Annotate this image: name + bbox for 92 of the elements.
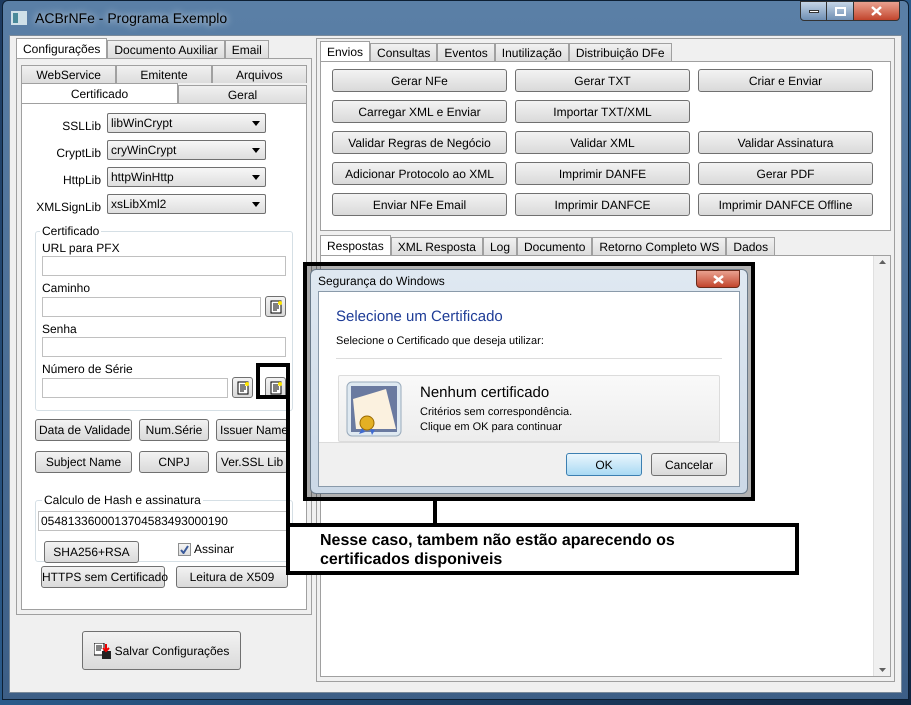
action-button[interactable]: Ver.SSL Lib	[216, 451, 288, 473]
action-button[interactable]: Validar Assinatura	[698, 131, 873, 154]
highlight-frame	[256, 363, 290, 399]
dropdown[interactable]: libWinCrypt	[107, 113, 266, 133]
tab[interactable]: Log	[482, 237, 517, 255]
action-button[interactable]: Validar Regras de Negócio	[332, 131, 507, 154]
action-button[interactable]: Gerar NFe	[332, 69, 507, 92]
dialog-title: Segurança do Windows	[318, 272, 445, 290]
field-label: HttpLib	[62, 172, 102, 189]
file-icon[interactable]	[265, 296, 286, 317]
tab[interactable]: Configurações	[16, 38, 108, 58]
scrollbar[interactable]	[873, 256, 890, 676]
checkbox-label: Assinar	[194, 541, 234, 558]
item-title: Nenhum certificado	[420, 383, 550, 404]
tab[interactable]: Geral	[178, 85, 307, 103]
input-field[interactable]	[42, 256, 286, 276]
dropdown[interactable]: httpWinHttp	[107, 167, 266, 187]
annotation-callout: Nesse caso, tambem não estão aparecendo os certificados disponiveis	[286, 523, 799, 575]
input-field[interactable]	[42, 337, 286, 357]
close-icon	[712, 274, 724, 284]
tab[interactable]: Dados	[726, 237, 776, 255]
action-button[interactable]: Data de Validade	[35, 419, 132, 441]
window-title: ACBrNFe - Programa Exemplo	[35, 8, 228, 28]
save-icon	[94, 642, 112, 658]
action-button[interactable]: Num.Série	[139, 419, 209, 441]
certificate-item[interactable]: Nenhum certificado Critérios sem correspondência. Clique em OK para continuar	[338, 375, 720, 442]
dialog-subheading: Selecione o Certificado que deseja utilizar:	[336, 334, 545, 348]
action-button[interactable]: Criar e Enviar	[698, 69, 873, 92]
close-icon	[871, 6, 882, 16]
action-button[interactable]: Imprimir DANFCE Offline	[698, 193, 873, 216]
maximize-button[interactable]	[827, 1, 854, 21]
action-button[interactable]: Leitura de X509	[176, 566, 288, 588]
action-button[interactable]: CNPJ	[139, 451, 209, 473]
caret-icon	[252, 202, 260, 206]
save-button[interactable]: Salvar Configurações	[82, 631, 241, 670]
tab[interactable]: Emitente	[116, 65, 212, 83]
group-title: Certificado	[41, 223, 100, 240]
item-description: Critérios sem correspondência.	[420, 404, 572, 420]
app-icon	[11, 11, 27, 25]
tab[interactable]: Certificado	[21, 83, 178, 103]
close-button[interactable]	[696, 270, 740, 288]
field-label: SSLLib	[61, 118, 102, 135]
caret-icon	[252, 120, 260, 126]
close-button[interactable]	[854, 1, 900, 21]
action-button[interactable]: HTTPS sem Certificado	[41, 566, 165, 588]
field-label: XMLSignLib	[35, 199, 102, 216]
input-field[interactable]	[42, 378, 228, 398]
action-button[interactable]: Adicionar Protocolo ao XML	[332, 162, 507, 185]
dialog-heading: Selecione um Certificado	[336, 307, 504, 327]
tab[interactable]: Respostas	[320, 235, 391, 255]
tab[interactable]: Retorno Completo WS	[592, 237, 726, 255]
checkbox[interactable]	[178, 542, 191, 556]
sha-button[interactable]: SHA256+RSA	[44, 541, 139, 563]
action-button[interactable]: Validar XML	[515, 131, 690, 154]
tab[interactable]: Inutilização	[494, 43, 569, 61]
scroll-down-icon[interactable]	[878, 668, 886, 672]
field-label: Número de Série	[42, 361, 134, 377]
action-button[interactable]: Importar TXT/XML	[515, 100, 690, 123]
field-label: URL para PFX	[42, 240, 121, 256]
tab[interactable]: Eventos	[437, 43, 495, 61]
field-label: Senha	[42, 321, 78, 337]
caret-icon	[252, 148, 260, 152]
minimize-button[interactable]	[800, 1, 827, 21]
action-button[interactable]: Imprimir DANFE	[515, 162, 690, 185]
action-button[interactable]: Gerar TXT	[515, 69, 690, 92]
input-field[interactable]	[42, 296, 261, 316]
action-button[interactable]: Subject Name	[35, 451, 132, 473]
action-button[interactable]: Imprimir DANFCE	[515, 193, 690, 216]
dropdown[interactable]: cryWinCrypt	[107, 140, 266, 160]
group-title: Calculo de Hash e assinatura	[43, 492, 202, 509]
certificate-icon	[346, 380, 402, 436]
tab[interactable]: Consultas	[370, 43, 438, 61]
action-button[interactable]: Gerar PDF	[698, 162, 873, 185]
tab[interactable]: Email	[224, 40, 269, 58]
tab[interactable]: Envios	[320, 41, 370, 61]
caret-icon	[252, 174, 260, 180]
dropdown[interactable]: xsLibXml2	[107, 194, 266, 214]
tab[interactable]: XML Resposta	[390, 237, 483, 255]
field-label: CryptLib	[55, 145, 102, 162]
dialog-button[interactable]: OK	[566, 453, 642, 476]
tab[interactable]: WebService	[21, 65, 116, 83]
file-icon[interactable]	[232, 377, 253, 398]
action-button[interactable]: Carregar XML e Enviar	[332, 100, 507, 123]
dialog-button[interactable]: Cancelar	[651, 453, 727, 476]
field-label: Caminho	[42, 280, 92, 296]
tab[interactable]: Distribuição DFe	[568, 43, 672, 61]
tab[interactable]: Documento	[517, 237, 592, 255]
scroll-up-icon[interactable]	[878, 260, 886, 264]
item-description: Clique em OK para continuar	[420, 420, 563, 435]
tab[interactable]: Arquivos	[212, 65, 307, 83]
action-button[interactable]: Enviar NFe Email	[332, 193, 507, 216]
tab[interactable]: Documento Auxiliar	[107, 40, 225, 58]
